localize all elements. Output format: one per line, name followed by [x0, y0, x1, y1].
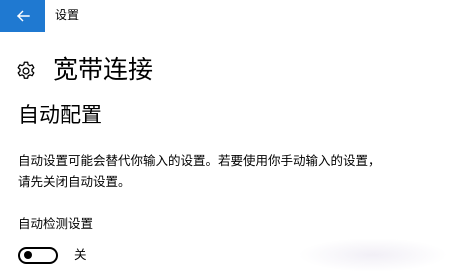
description-line-1: 自动设置可能会替代你输入的设置。若要使用你手动输入的设置，: [18, 153, 381, 168]
section-description: 自动设置可能会替代你输入的设置。若要使用你手动输入的设置， 请先关闭自动设置。: [18, 150, 448, 192]
section-title: 自动配置: [18, 103, 102, 127]
watermark-smudge: [298, 238, 448, 272]
page-header: 宽带连接: [15, 52, 153, 88]
back-arrow-icon: [16, 10, 30, 22]
toggle-knob: [24, 251, 32, 259]
auto-detect-toggle-row: 关: [18, 244, 87, 266]
back-button[interactable]: [0, 0, 45, 32]
auto-detect-settings-label: 自动检测设置: [18, 216, 94, 231]
description-line-2: 请先关闭自动设置。: [18, 174, 131, 189]
page-title: 宽带连接: [53, 55, 154, 84]
settings-window: 设置 宽带连接 自动配置 自动设置可能会替代你输入的设置。若要使用你手动输入的设…: [0, 0, 458, 278]
gear-icon: [17, 61, 35, 79]
toggle-state-label: 关: [74, 247, 87, 262]
auto-detect-toggle[interactable]: [18, 246, 58, 264]
title-bar: 设置: [0, 0, 458, 32]
window-title: 设置: [55, 8, 80, 22]
